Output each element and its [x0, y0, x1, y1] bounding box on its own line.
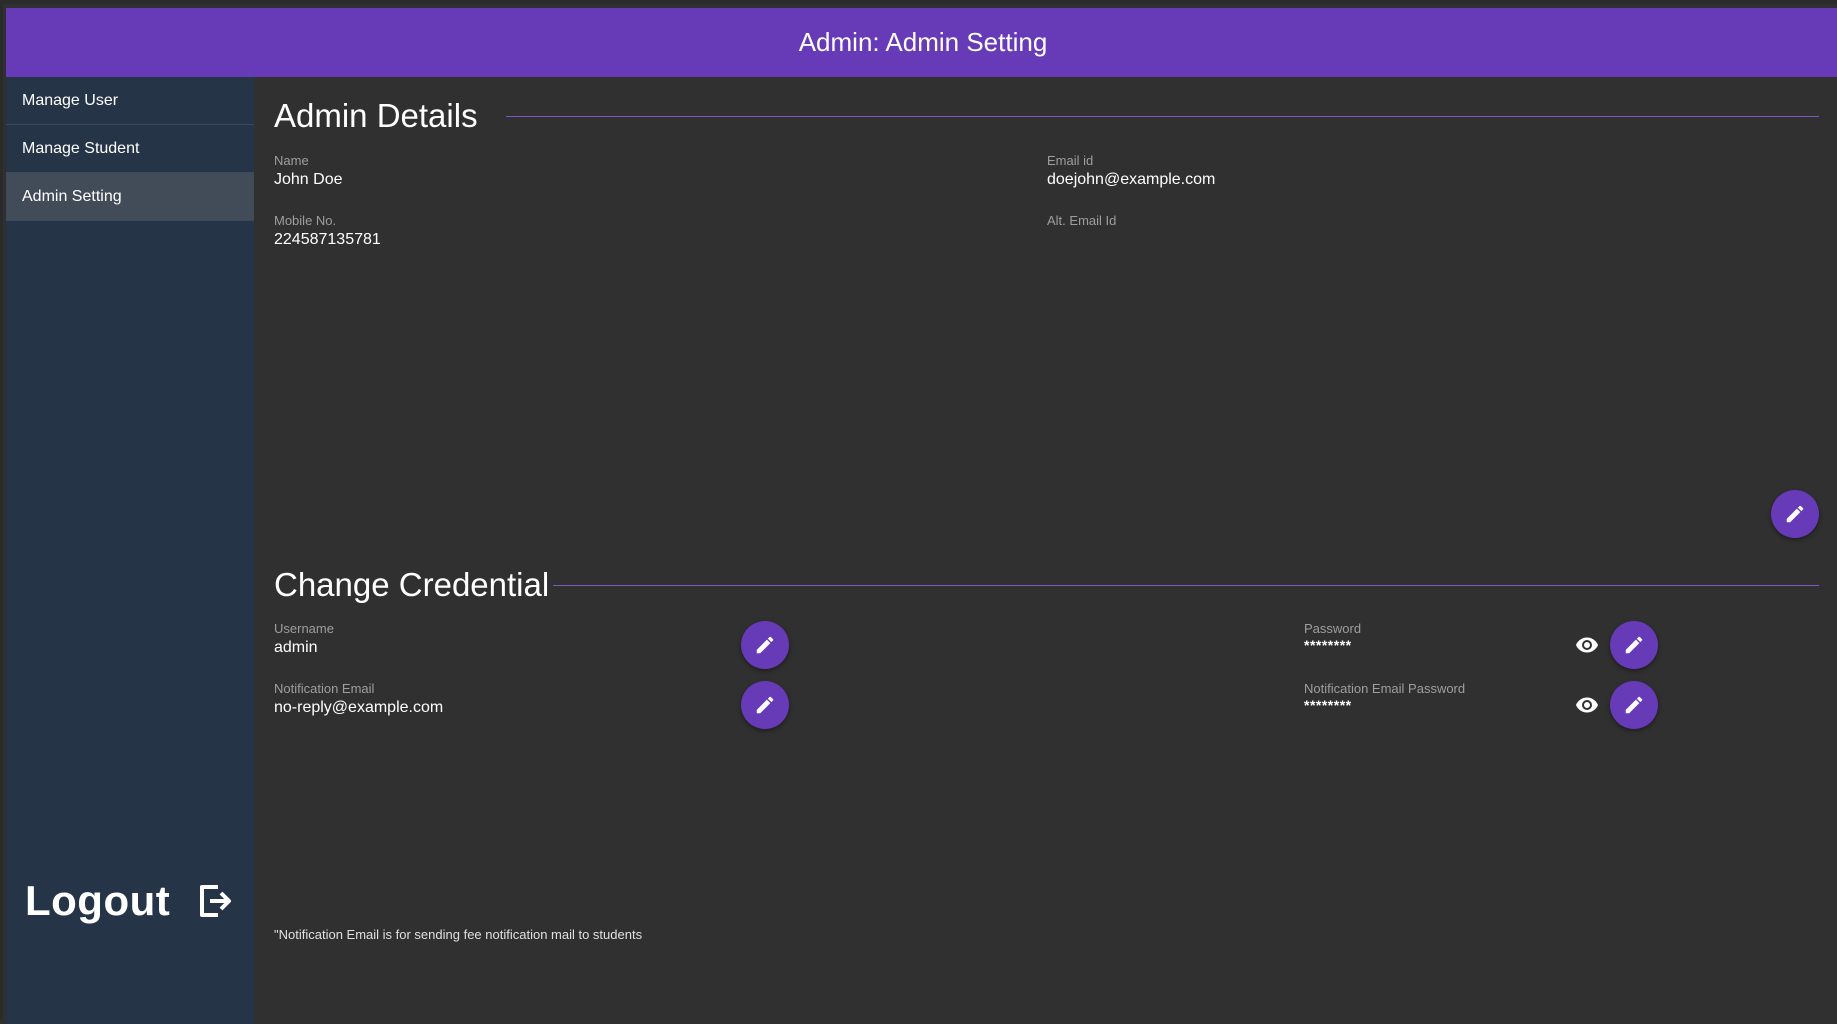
notification-email-field: Notification Email no-reply@example.com: [274, 681, 443, 719]
eye-icon: [1576, 697, 1598, 713]
edit-notification-email-button[interactable]: [741, 681, 789, 729]
admin-details-title: Admin Details: [274, 97, 478, 134]
edit-icon: [1625, 696, 1643, 714]
edit-icon: [756, 636, 774, 654]
app-window: Admin: Admin Setting Manage User Manage …: [0, 0, 1837, 1024]
notification-email-label: Notification Email: [274, 681, 375, 696]
password-label: Password: [1304, 621, 1362, 636]
edit-admin-details-button[interactable]: [1771, 490, 1819, 538]
show-password-button[interactable]: [1574, 632, 1600, 658]
username-field: Username admin: [274, 621, 334, 659]
notification-password-field: Notification Email Password ********: [1304, 681, 1465, 713]
sidebar-item-manage-user[interactable]: Manage User: [6, 77, 254, 125]
username-value: admin: [274, 639, 318, 656]
admin-details-header: Admin Details: [274, 97, 1819, 135]
password-field: Password ********: [1304, 621, 1361, 653]
password-value: ********: [1304, 637, 1352, 653]
name-value: John Doe: [274, 171, 343, 188]
sidebar: Manage User Manage Student Admin Setting…: [6, 77, 254, 1024]
edit-icon: [1786, 505, 1804, 523]
mobile-value: 224587135781: [274, 231, 381, 248]
sidebar-item-manage-student[interactable]: Manage Student: [6, 125, 254, 173]
alt-email-field: Alt. Email Id: [1047, 213, 1116, 229]
edit-icon: [756, 696, 774, 714]
email-value: doejohn@example.com: [1047, 171, 1216, 188]
edit-username-button[interactable]: [741, 621, 789, 669]
name-field: Name John Doe: [274, 153, 343, 191]
notification-password-value: ********: [1304, 697, 1352, 713]
notification-password-label: Notification Email Password: [1304, 681, 1466, 696]
section-divider: [505, 115, 1819, 117]
notification-email-value: no-reply@example.com: [274, 699, 444, 716]
name-label: Name: [274, 153, 309, 168]
change-credential-title: Change Credential: [274, 566, 550, 603]
email-field: Email id doejohn@example.com: [1047, 153, 1215, 191]
eye-icon: [1576, 637, 1598, 653]
logout-button[interactable]: Logout: [25, 877, 232, 925]
edit-notification-password-button[interactable]: [1610, 681, 1658, 729]
username-label: Username: [274, 621, 334, 636]
page-title: Admin: Admin Setting: [798, 27, 1048, 57]
change-credential-header: Change Credential: [274, 566, 1819, 604]
email-label: Email id: [1047, 153, 1094, 168]
alt-email-label: Alt. Email Id: [1047, 213, 1117, 228]
section-divider: [553, 584, 1819, 586]
notification-footnote: "Notification Email is for sending fee n…: [274, 927, 643, 942]
mobile-field: Mobile No. 224587135781: [274, 213, 381, 251]
main-content: Admin Details Name John Doe Email id doe…: [274, 77, 1819, 1024]
edit-password-button[interactable]: [1610, 621, 1658, 669]
edit-icon: [1625, 636, 1643, 654]
sidebar-item-admin-setting[interactable]: Admin Setting: [6, 173, 254, 221]
mobile-label: Mobile No.: [274, 213, 337, 228]
logout-label: Logout: [25, 877, 171, 924]
top-app-bar: Admin: Admin Setting: [6, 8, 1837, 77]
show-notification-password-button[interactable]: [1574, 692, 1600, 718]
logout-icon: [200, 885, 232, 917]
